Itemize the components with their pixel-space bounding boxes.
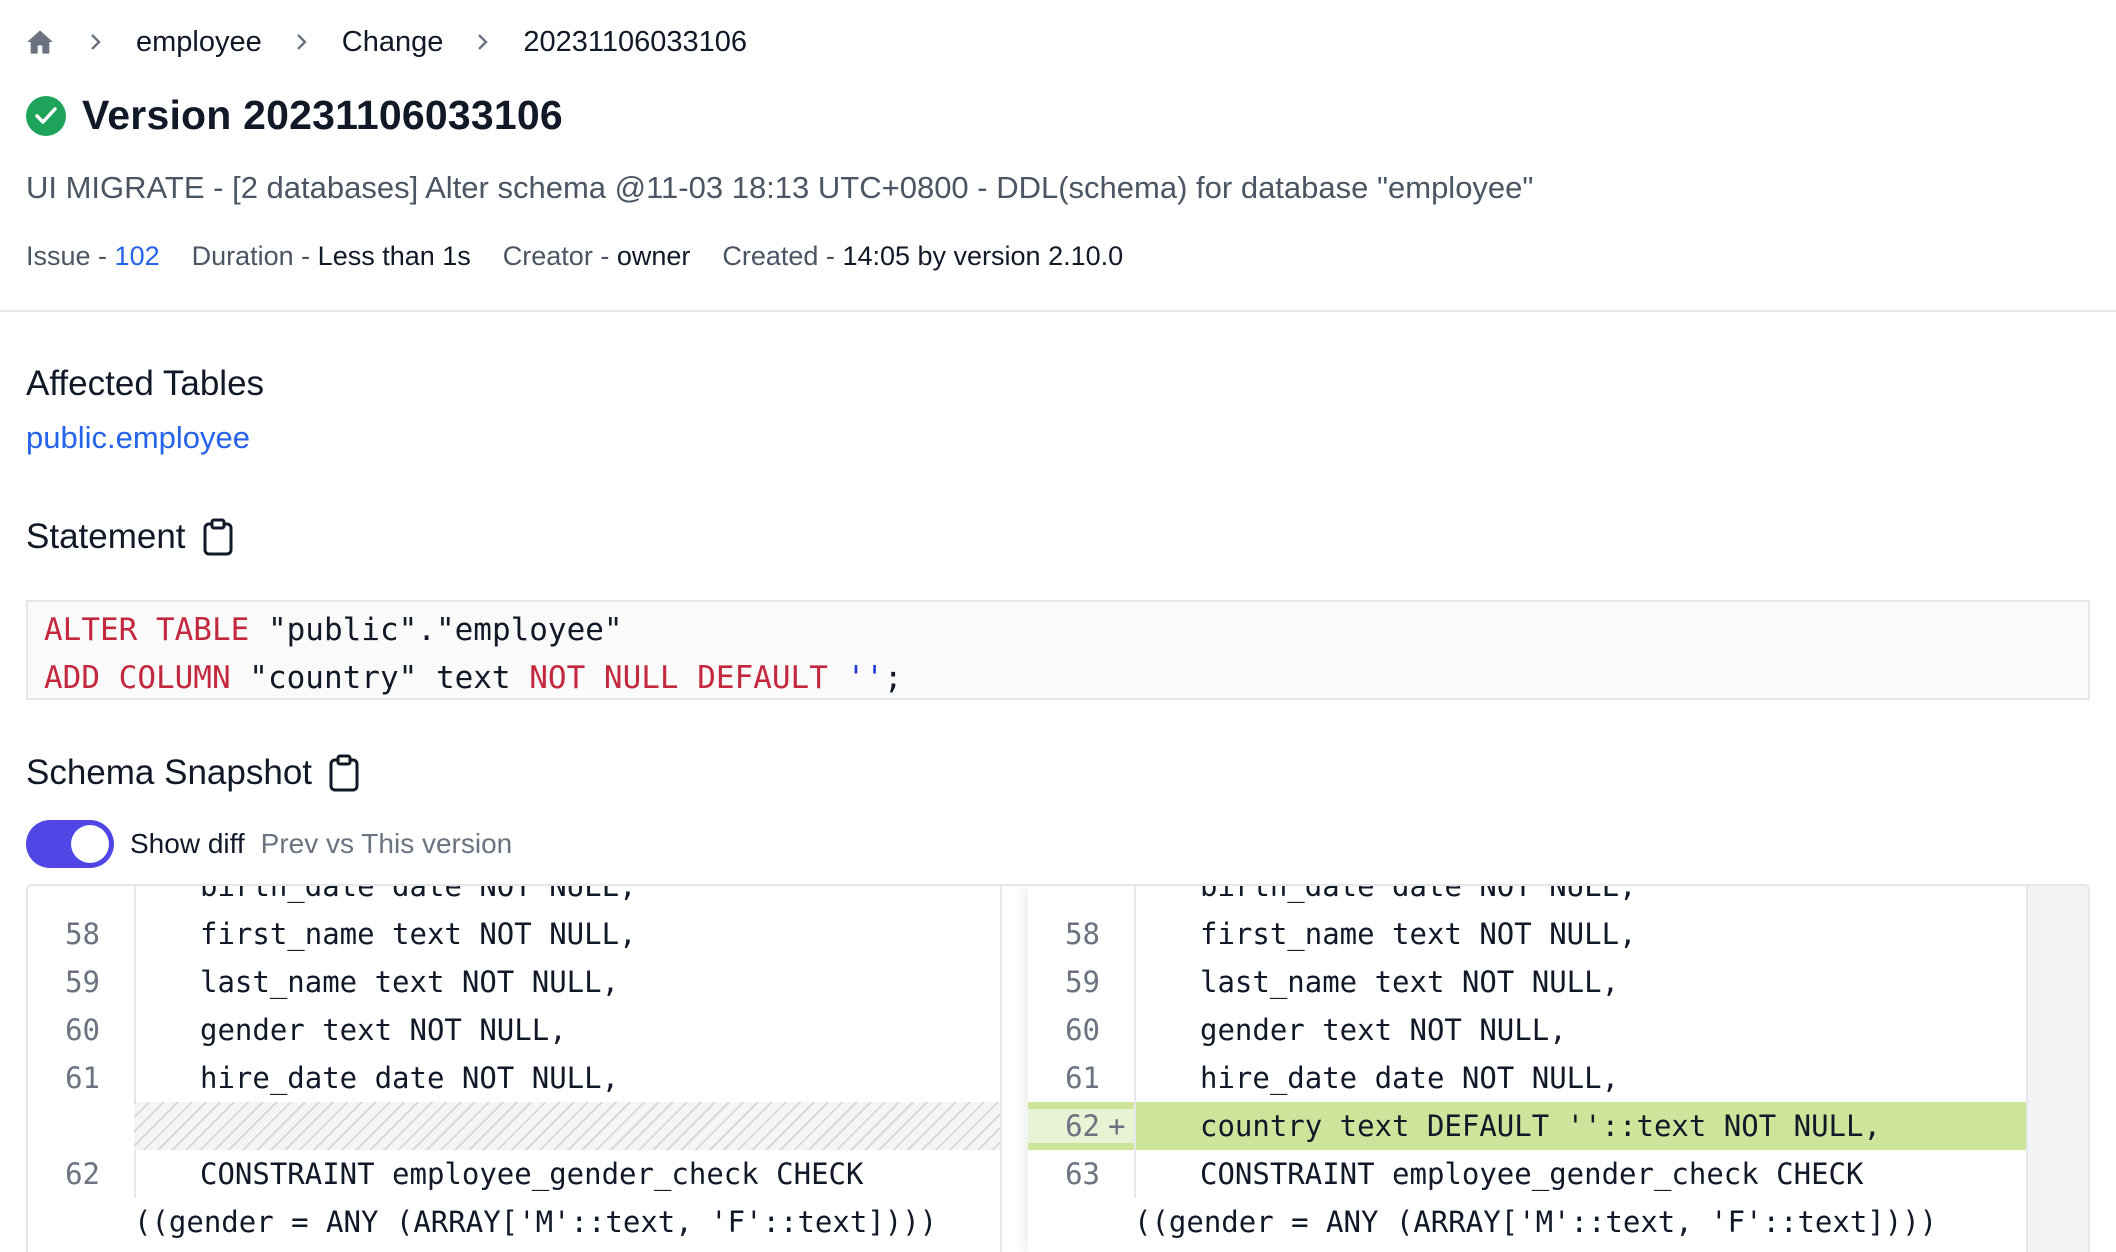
breadcrumb-database[interactable]: employee	[136, 26, 262, 59]
breadcrumb: employee Change 20231106033106	[26, 22, 779, 62]
meta-created: Created - 14:05 by version 2.10.0	[722, 241, 1124, 271]
version-meta: Issue - 102 Duration - Less than 1s Crea…	[26, 241, 1155, 272]
show-diff-label: Show diff	[130, 828, 245, 859]
chevron-right-icon	[475, 32, 495, 52]
diff-line: 61 hire_date date NOT NULL,	[1028, 1054, 2028, 1102]
schema-snapshot-heading: Schema Snapshot	[26, 753, 362, 793]
clipboard-icon[interactable]	[202, 517, 236, 557]
show-diff-row: Show diff Prev vs This version	[26, 820, 512, 868]
diff-line: 61 hire_date date NOT NULL,	[28, 1054, 1000, 1102]
diff-placeholder-hatch	[134, 1102, 1000, 1150]
diff-line: birth_date date NOT NULL,	[1028, 886, 2028, 910]
diff-pane-previous: birth_date date NOT NULL, 58 first_name t…	[28, 886, 1002, 1252]
divider	[0, 310, 2116, 312]
breadcrumb-version: 20231106033106	[523, 25, 747, 58]
statement-line-2: ADD COLUMN "country" text NOT NULL DEFAU…	[44, 660, 903, 696]
statement-line-1: ALTER TABLE "public"."employee"	[44, 612, 623, 648]
diff-line: 60 gender text NOT NULL,	[28, 1006, 1000, 1054]
statement-code[interactable]: ALTER TABLE "public"."employee" ADD COLUM…	[26, 600, 2090, 700]
diff-line: 58 first_name text NOT NULL,	[1028, 910, 2028, 958]
toggle-knob	[71, 825, 109, 863]
diff-pane-current: birth_date date NOT NULL, 58 first_name t…	[1028, 886, 2028, 1252]
chevron-right-icon	[88, 32, 108, 52]
page-header: Version 20231106033106	[26, 92, 563, 139]
home-icon[interactable]	[26, 27, 56, 57]
diff-line: 58 first_name text NOT NULL,	[28, 910, 1000, 958]
diff-compare-label: Prev vs This version	[260, 828, 513, 859]
diff-line: 62 CONSTRAINT employee_gender_check CHECK	[28, 1150, 1000, 1198]
diff-scrollbar[interactable]	[2026, 886, 2088, 1252]
meta-issue: Issue - 102	[26, 241, 160, 271]
added-marker: +	[1108, 1109, 1126, 1143]
diff-line: 59 last_name text NOT NULL,	[1028, 958, 2028, 1006]
issue-link[interactable]: 102	[115, 241, 160, 271]
clipboard-icon[interactable]	[328, 753, 362, 793]
diff-line-added: 62 + country text DEFAULT ''::text NOT NUL…	[1028, 1102, 2028, 1150]
diff-line-wrap: ((gender = ANY (ARRAY['M'::text, 'F'::te…	[134, 1205, 938, 1239]
breadcrumb-change[interactable]: Change	[342, 26, 444, 59]
diff-line: 63 CONSTRAINT employee_gender_check CHECK	[1028, 1150, 2028, 1198]
show-diff-toggle[interactable]	[26, 820, 114, 868]
diff-line: 59 last_name text NOT NULL,	[28, 958, 1000, 1006]
statement-heading: Statement	[26, 517, 236, 557]
chevron-right-icon	[294, 32, 314, 52]
diff-line-wrap: ((gender = ANY (ARRAY['M'::text, 'F'::te…	[1134, 1205, 1938, 1239]
affected-table-link[interactable]: public.employee	[26, 420, 250, 456]
meta-duration: Duration - Less than 1s	[191, 241, 471, 271]
version-description: UI MIGRATE - [2 databases] Alter schema …	[26, 170, 1534, 205]
diff-line: 60 gender text NOT NULL,	[1028, 1006, 2028, 1054]
success-check-icon	[26, 95, 66, 136]
meta-creator: Creator - owner	[502, 241, 691, 271]
schema-diff-viewer[interactable]: birth_date date NOT NULL, 58 first_name t…	[26, 884, 2090, 1252]
affected-tables-heading: Affected Tables	[26, 364, 265, 403]
page-title: Version 20231106033106	[82, 92, 563, 138]
diff-line: birth_date date NOT NULL,	[28, 886, 1000, 910]
